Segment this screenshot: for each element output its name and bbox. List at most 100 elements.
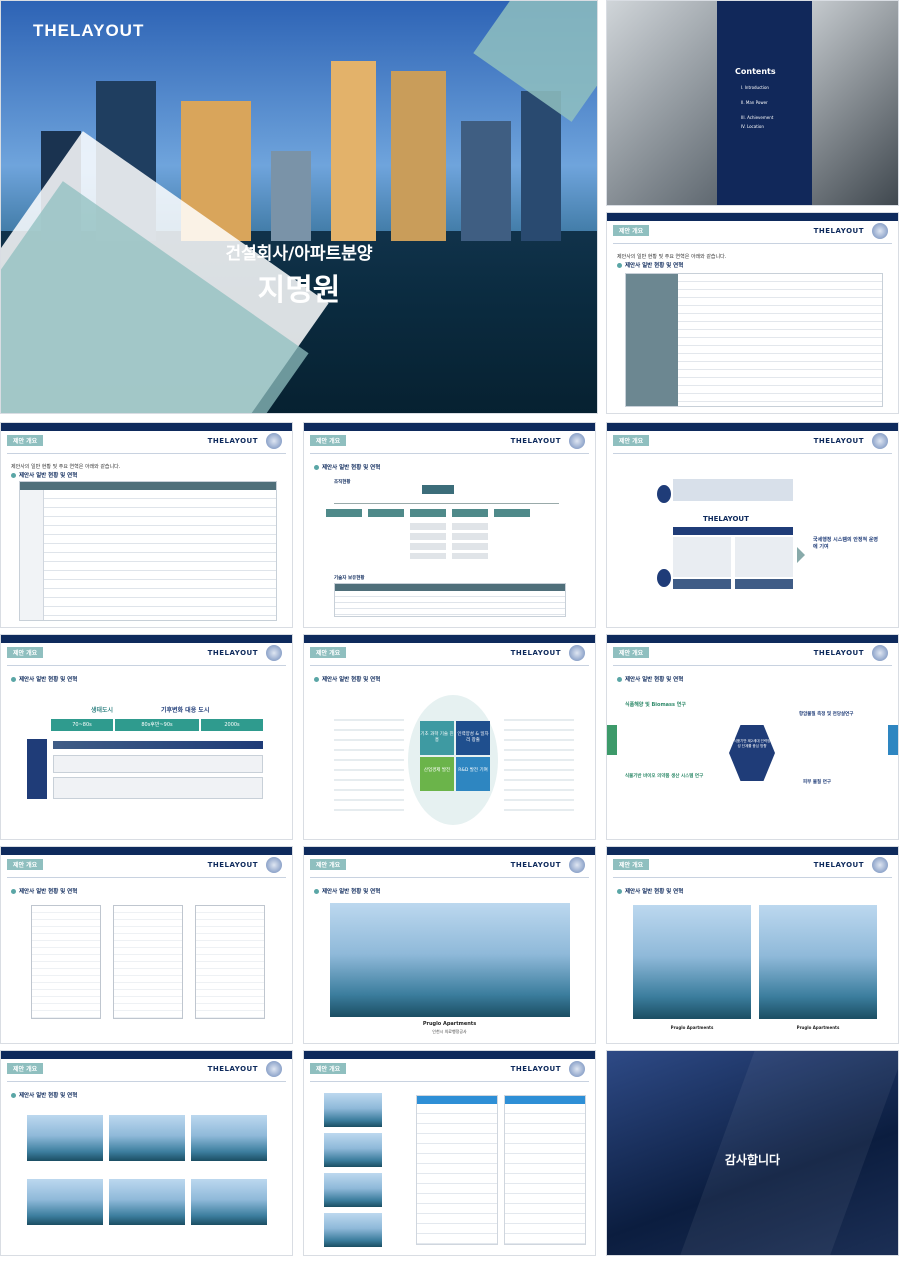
intro-text: 제안사의 일반 현황 및 주요 연혁은 아래와 같습니다. [617, 254, 727, 260]
slide-tag: 제안 개요 [7, 647, 44, 658]
header-logo: THELAYOUT [207, 1065, 258, 1073]
header-logo: THELAYOUT [207, 437, 258, 445]
slide-history-table: 제안 개요 THELAYOUT 제안사의 일반 현황 및 주요 연혁은 아래와 같… [0, 422, 293, 628]
certificate [31, 905, 101, 1019]
section-title: 제안사 일반 현황 및 연혁 [11, 1091, 77, 1099]
header-logo: THELAYOUT [813, 861, 864, 869]
certificate [113, 905, 183, 1019]
apartment-photo [27, 1179, 103, 1225]
header-logo: THELAYOUT [510, 649, 561, 657]
seal-icon [569, 1061, 585, 1077]
contents-title: Contents [735, 67, 776, 76]
header-logo: THELAYOUT [207, 649, 258, 657]
timeline-arrow: 기후변화 대응 도시 [161, 707, 210, 714]
apartment-photo [109, 1179, 185, 1225]
slide-project-list: 제안 개요 THELAYOUT [303, 1050, 596, 1256]
cover-logo: THELAYOUT [33, 21, 145, 40]
header-logo: THELAYOUT [510, 1065, 561, 1073]
apartment-caption-sub: 인천시 의료행정공사 [432, 1029, 467, 1034]
slide-tag: 제안 개요 [7, 859, 44, 870]
slide-center-diagram: 제안 개요 THELAYOUT 제안사 일반 현황 및 연혁 기초 과학 기술 진… [303, 634, 596, 840]
staff-heading: 기술자 보유현황 [334, 576, 365, 581]
seal-icon [872, 645, 888, 661]
contents-item: I. Introduction [741, 85, 769, 90]
seal-icon [569, 857, 585, 873]
cover-subtitle: 지명원 [257, 273, 341, 308]
staff-table [334, 583, 566, 617]
slide-tag: 제안 개요 [613, 859, 650, 870]
header-logo: THELAYOUT [207, 861, 258, 869]
slide-tag: 제안 개요 [7, 435, 44, 446]
apartment-caption: Pruglo Apartments [670, 1025, 714, 1030]
apartment-photo [330, 903, 570, 1017]
timeline-main: 생태도시 [91, 707, 114, 714]
header-logo: THELAYOUT [510, 861, 561, 869]
section-title: 제안사 일반 현황 및 연혁 [617, 261, 683, 269]
slide-biomass: 제안 개요 THELAYOUT 제안사 일반 현황 및 연혁 식품해양 및 Bio… [606, 634, 899, 840]
diagram-right-text: 국세행정 시스템의 안정적 운영에 기여 [813, 537, 879, 550]
org-heading: 조직현황 [334, 480, 351, 485]
apartment-photo [324, 1173, 382, 1207]
info-table [625, 273, 883, 407]
slide-certificates: 제안 개요 THELAYOUT 제안사 일반 현황 및 연혁 [0, 846, 293, 1044]
apartment-photo [191, 1115, 267, 1161]
slide-thanks: 감사합니다 [606, 1050, 899, 1256]
slide-tag: 제안 개요 [310, 647, 347, 658]
slide-apartment-main: 제안 개요 THELAYOUT 제안사 일반 현황 및 연혁 Pruglo Apa… [303, 846, 596, 1044]
header-logo: THELAYOUT [813, 227, 864, 235]
seal-icon [872, 857, 888, 873]
seal-icon [569, 645, 585, 661]
apartment-photo [109, 1115, 185, 1161]
slide-tag: 제안 개요 [613, 435, 650, 446]
slide-tag: 제안 개요 [310, 435, 347, 446]
section-title: 제안사 일반 현황 및 연혁 [314, 887, 380, 895]
seal-icon [266, 645, 282, 661]
header-logo: THELAYOUT [510, 437, 561, 445]
apartment-caption: Pruglo Apartments [422, 1021, 477, 1027]
slide-apartment-pair: 제안 개요 THELAYOUT 제안사 일반 현황 및 연혁 Pruglo Apa… [606, 846, 899, 1044]
header-logo: THELAYOUT [813, 649, 864, 657]
contents-item: II. Man Power [741, 100, 768, 105]
project-table-left [416, 1095, 498, 1245]
era-3: 2000s [201, 719, 263, 731]
slide-tag: 제안 개요 [310, 1063, 347, 1074]
diagram-title: THELAYOUT [703, 515, 749, 523]
seal-icon [569, 433, 585, 449]
section-title: 제안사 일반 현황 및 연혁 [11, 887, 77, 895]
apartment-photo [759, 905, 877, 1019]
thanks-text: 감사합니다 [724, 1153, 781, 1167]
slide-tag: 제안 개요 [613, 225, 650, 236]
contents-slide: Contents I. Introduction II. Man Power I… [606, 0, 899, 206]
apartment-photo [633, 905, 751, 1019]
biomass-left: 식품해양 및 Biomass 연구 [625, 702, 686, 708]
biomass-center: 식품기반 제2세대 인력양성 단계를 중심 방향 [733, 739, 771, 748]
era-1: 70~80s [51, 719, 113, 731]
slide-tag: 제안 개요 [613, 647, 650, 658]
slide-apartment-grid: 제안 개요 THELAYOUT 제안사 일반 현황 및 연혁 [0, 1050, 293, 1256]
header-logo: THELAYOUT [813, 437, 864, 445]
section-title: 제안사 일반 현황 및 연혁 [314, 675, 380, 683]
biomass-bottom-right: 피부 물질 연구 [803, 780, 831, 785]
seal-icon [266, 1061, 282, 1077]
slide-tag: 제안 개요 [310, 859, 347, 870]
era-2: 80s후반~90s [115, 719, 199, 731]
apartment-photo [27, 1115, 103, 1161]
seal-icon [872, 223, 888, 239]
quad-4: R&D 발전 기여 [456, 757, 490, 791]
cover-slide: THELAYOUT 건설회사/아파트분양 지명원 [0, 0, 598, 414]
seal-icon [266, 857, 282, 873]
quad-1: 기초 과학 기술 진흥 [420, 721, 454, 755]
slide-tag: 제안 개요 [7, 1063, 44, 1074]
slide-general-info: 제안 개요 THELAYOUT 제안사의 일반 현황 및 주요 연혁은 아래와 같… [606, 212, 899, 414]
cover-title: 건설회사/아파트분양 [225, 244, 373, 264]
contents-list: I. Introduction II. Man Power III. Achie… [741, 85, 773, 129]
apartment-photo [324, 1213, 382, 1247]
slide-system-diagram: 제안 개요 THELAYOUT THELAYOUT 국세행정 시스템의 안정적 운… [606, 422, 899, 628]
history-table [19, 481, 277, 621]
contents-item: III. Achievement [741, 115, 774, 120]
quad-3: 산업경제 발전 [420, 757, 454, 791]
apartment-photo [324, 1133, 382, 1167]
apartment-photo [324, 1093, 382, 1127]
certificate [195, 905, 265, 1019]
biomass-bottom-left: 식물기반 바이오 의약품 생산 시스템 연구 [625, 774, 704, 779]
